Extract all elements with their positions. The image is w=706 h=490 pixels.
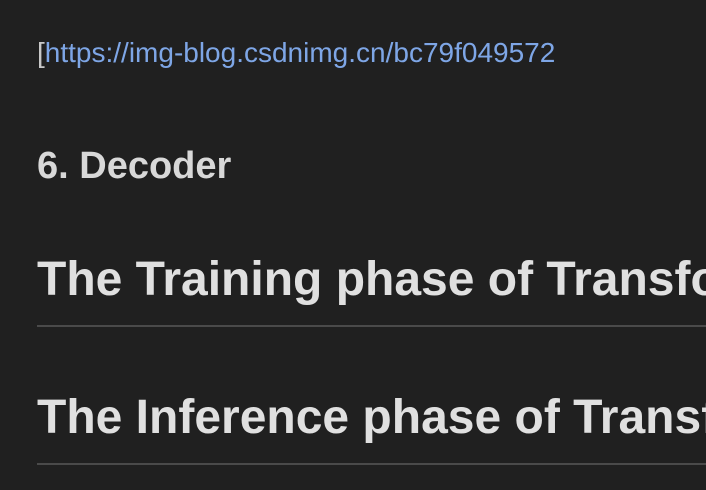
heading-divider: [37, 463, 706, 465]
image-url-link[interactable]: https://img-blog.csdnimg.cn/bc79f049572: [45, 37, 556, 68]
heading-divider: [37, 325, 706, 327]
heading-training-phase: The Training phase of Transformer: [37, 253, 706, 306]
markdown-preview: [https://img-blog.csdnimg.cn/bc79f049572…: [0, 0, 706, 490]
heading-inference-phase: The Inference phase of Transformer: [37, 391, 706, 444]
heading-decoder: 6. Decoder: [37, 145, 232, 187]
image-link-line: [https://img-blog.csdnimg.cn/bc79f049572: [37, 33, 555, 73]
open-bracket: [: [37, 37, 45, 68]
